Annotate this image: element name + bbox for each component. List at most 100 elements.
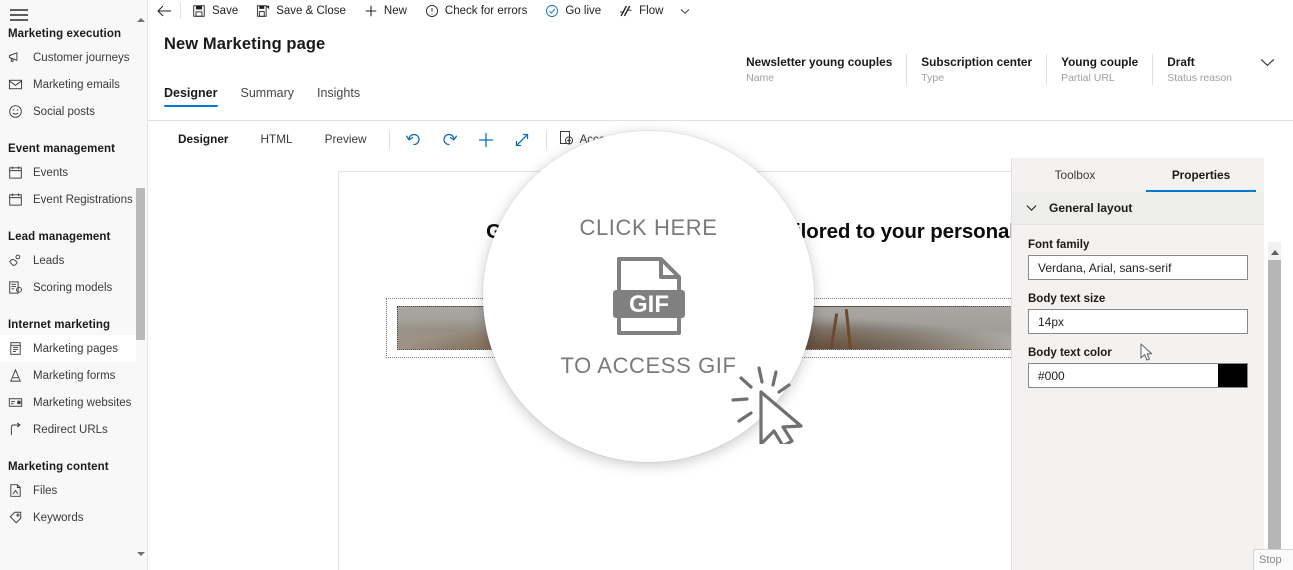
stop-label: Stop [1259,554,1282,566]
sidebar-item-marketing-pages[interactable]: Marketing pages [0,335,136,362]
header-field-value: Draft [1167,55,1195,69]
gif-access-overlay[interactable]: CLICK HERE GIF TO ACCESS GIF [483,131,814,462]
sidebar-item-label: Customer journeys [33,51,130,64]
command-go-live-button[interactable]: Go live [536,1,610,22]
field-value: 14px [1038,314,1065,329]
sidebar-scrollbar-thumb[interactable] [136,188,145,340]
sidebar-item-keywords[interactable]: Keywords [0,504,136,531]
general-layout-section-header[interactable]: General layout [1012,192,1264,225]
sidebar-item-marketing-emails[interactable]: Marketing emails [0,71,136,98]
field-body-text-color: Body text color #000 [1028,347,1248,388]
command-button-label: New [383,5,407,17]
header-field-value: Young couple [1061,55,1139,69]
designer-scroll-up-button[interactable] [1268,244,1281,260]
header-field[interactable]: Newsletter young couples Name [732,54,906,85]
expand-icon[interactable] [504,126,540,154]
designer-tab-designer[interactable]: Designer [162,121,244,158]
command-flow-button[interactable]: Flow [610,1,672,22]
sidebar-item-event-registrations[interactable]: Event Registrations [0,186,136,213]
smiley-icon [8,104,23,119]
page-title: New Marketing page [164,35,326,53]
calendar-icon [8,165,23,180]
record-tabs: Designer Summary Insights [164,82,383,107]
header-fields: Newsletter young couples Name Subscription… [732,54,1285,85]
sidebar-item-leads[interactable]: Leads [0,247,136,274]
sidebar-scroll-down-button[interactable] [136,548,145,560]
sidebar-item-label: Events [33,166,69,179]
header-field[interactable]: Draft Status reason [1152,54,1246,85]
designer-scrollbar[interactable] [1264,242,1285,570]
sidebar-item-marketing-websites[interactable]: Marketing websites [0,389,136,416]
command-new-button[interactable]: New [355,1,416,22]
back-arrow-icon[interactable] [148,1,180,22]
sidebar-item-social-posts[interactable]: Social posts [0,98,136,125]
command-bar-overflow-chevron-down-icon[interactable] [672,8,698,15]
header-expand-chevron-down-icon[interactable] [1246,54,1285,67]
properties-panel: Toolbox Properties General layout Font fa… [1011,158,1264,570]
color-swatch[interactable] [1218,364,1247,387]
nav-group-spacer [0,443,136,455]
command-save-button[interactable]: Save [183,1,247,22]
stop-button[interactable]: Stop [1253,549,1293,570]
panel-tab-toolbox[interactable]: Toolbox [1012,158,1138,192]
sidebar-item-customer-journeys[interactable]: Customer journeys [0,44,136,71]
sidebar-item-label: Keywords [33,511,84,524]
header-field[interactable]: Young couple Partial URL [1046,54,1152,85]
plus-icon[interactable] [468,126,504,154]
command-bar: Save Save & Close New Check for errors Go li… [148,0,1293,23]
designer-scrollbar-thumb[interactable] [1268,260,1281,570]
tag-icon [8,510,23,525]
field-value: #000 [1038,368,1065,383]
body-text-color-input[interactable]: #000 [1028,363,1248,388]
header-field-label: Status reason [1167,72,1232,84]
sidebar-item-marketing-forms[interactable]: Marketing forms [0,362,136,389]
font-family-input[interactable]: Verdana, Arial, sans-serif [1028,255,1248,280]
sidebar-item-redirect-urls[interactable]: Redirect URLs [0,416,136,443]
undo-icon[interactable] [396,126,432,154]
header-field-label: Partial URL [1061,72,1115,84]
sidebar-item-files[interactable]: Files [0,477,136,504]
command-check-for-errors-button[interactable]: Check for errors [416,1,536,22]
info-circle-icon [425,4,439,18]
command-save-close-button[interactable]: Save & Close [247,1,355,22]
app-root: Marketing execution Customer journeys Mark… [0,0,1293,570]
body-text-size-input[interactable]: 14px [1028,309,1248,334]
calendar-icon [8,192,23,207]
command-button-label: Save [212,5,239,17]
chevron-down-icon [1026,201,1037,215]
megaphone-icon [8,50,23,65]
command-button-label: Flow [639,5,664,17]
redo-icon[interactable] [432,126,468,154]
properties-fields: Font family Verdana, Arial, sans-serif Bod… [1012,225,1264,388]
sitemap-nav: Marketing execution Customer journeys Mark… [0,22,136,570]
save-icon [192,4,206,18]
overlay-top-text: CLICK HERE [579,214,718,240]
designer-tab-html[interactable]: HTML [244,121,308,158]
tab-designer[interactable]: Designer [164,82,232,107]
panel-tab-properties[interactable]: Properties [1138,158,1264,192]
sidebar-item-events[interactable]: Events [0,159,136,186]
field-label: Body text size [1028,293,1106,305]
sidebar-item-label: Marketing emails [33,78,120,91]
sidebar-item-label: Event Registrations [33,193,133,206]
sidebar-scroll-up-button[interactable] [136,14,145,26]
sitemap-sidebar: Marketing execution Customer journeys Mark… [0,0,148,570]
field-value: Verdana, Arial, sans-serif [1038,260,1172,275]
command-bar-divider [180,3,181,19]
sidebar-item-label: Redirect URLs [33,423,108,436]
command-button-label: Check for errors [444,5,528,17]
gif-file-icon: GIF [611,256,687,335]
header-field[interactable]: Subscription center Type [906,54,1046,85]
tab-summary[interactable]: Summary [241,82,308,107]
tab-insights[interactable]: Insights [317,82,374,107]
designer-tab-preview[interactable]: Preview [309,121,383,158]
svg-text:GIF: GIF [629,291,669,318]
sidebar-item-label: Marketing websites [33,396,132,409]
redirect-icon [8,422,23,437]
sidebar-item-label: Scoring models [33,281,113,294]
website-icon [8,395,23,410]
toolbar-divider [388,130,390,149]
sidebar-item-scoring-models[interactable]: Scoring models [0,274,136,301]
field-label: Body text color [1028,347,1112,359]
header-field-value: Subscription center [921,55,1033,69]
